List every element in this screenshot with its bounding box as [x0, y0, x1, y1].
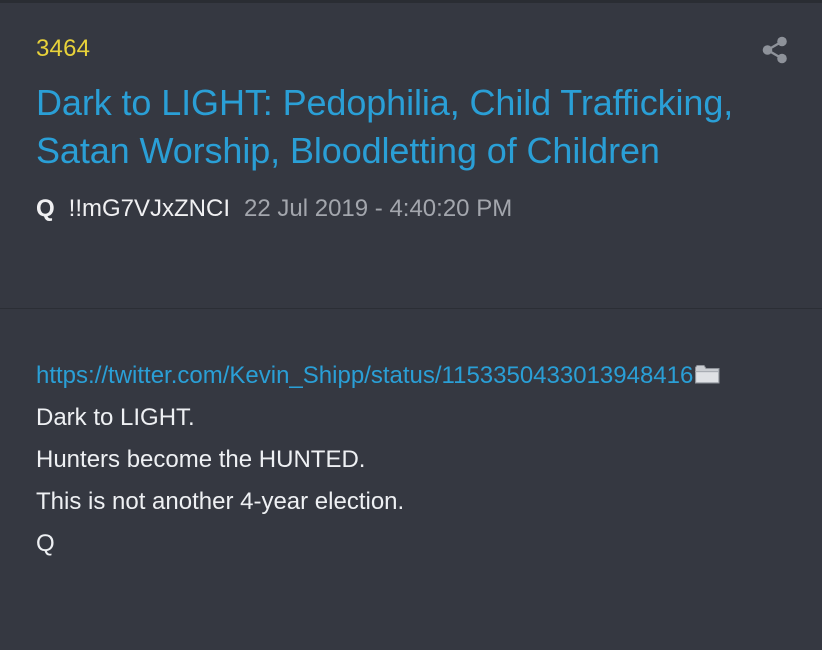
post-header: 3464 Dark to LIGHT: Pedophilia, Child Tr… — [0, 3, 822, 309]
post-card: 3464 Dark to LIGHT: Pedophilia, Child Tr… — [0, 0, 822, 650]
post-meta: Q !!mG7VJxZNCI 22 Jul 2019 - 4:40:20 PM — [36, 194, 786, 224]
twitter-link[interactable]: https://twitter.com/Kevin_Shipp/status/1… — [36, 362, 693, 389]
post-body: https://twitter.com/Kevin_Shipp/status/1… — [0, 309, 822, 565]
author-tripcode: !!mG7VJxZNCI — [68, 195, 231, 222]
share-icon[interactable] — [762, 36, 788, 64]
link-line: https://twitter.com/Kevin_Shipp/status/1… — [36, 355, 786, 397]
author-name: Q — [36, 195, 55, 222]
post-title[interactable]: Dark to LIGHT: Pedophilia, Child Traffic… — [36, 79, 786, 175]
post-text-line: This is not another 4-year election. — [36, 488, 405, 515]
post-text-line: Dark to LIGHT. — [36, 404, 195, 431]
post-number: 3464 — [36, 35, 91, 62]
post-signature: Q — [36, 530, 55, 557]
post-text-line: Hunters become the HUNTED. — [36, 446, 366, 473]
post-timestamp: 22 Jul 2019 - 4:40:20 PM — [244, 195, 513, 222]
folder-icon[interactable] — [694, 363, 722, 385]
